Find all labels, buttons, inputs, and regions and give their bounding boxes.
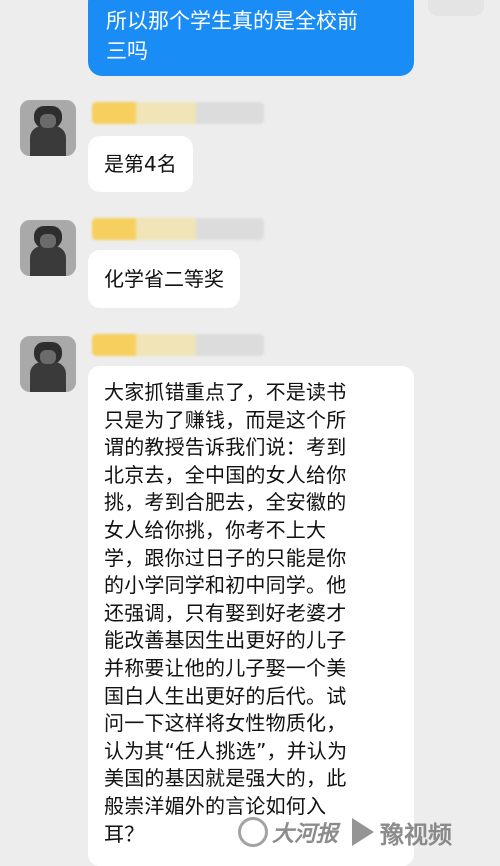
incoming-message-bubble[interactable]: 是第4名 bbox=[88, 136, 193, 192]
message-line: 美国的基因就是强大的，此 bbox=[104, 766, 347, 791]
sender-nickname-blurred bbox=[92, 334, 264, 356]
message-line: 问一下这样将女性物质化， bbox=[104, 711, 347, 736]
message-line: 三吗 bbox=[106, 39, 148, 63]
incoming-message-bubble[interactable]: 大家抓错重点了，不是读书 只是为了赚钱，而是这个所 谓的教授告诉我们说：考到 北… bbox=[88, 366, 414, 866]
message-line: 学，跟你过日子的只能是你 bbox=[104, 545, 347, 570]
sender-avatar[interactable] bbox=[20, 336, 76, 392]
message-line: 女人给你挑，你考不上大 bbox=[104, 517, 327, 542]
watermark-brand-left: 大河报 bbox=[272, 821, 339, 847]
watermark: 大河报 豫视频 bbox=[238, 806, 500, 858]
sender-avatar[interactable] bbox=[20, 220, 76, 276]
sender-nickname-blurred bbox=[92, 102, 264, 124]
watermark-brand-right: 豫视频 bbox=[380, 820, 453, 849]
my-avatar[interactable] bbox=[428, 0, 484, 16]
sender-avatar[interactable] bbox=[20, 100, 76, 156]
message-line: 能改善基因生出更好的儿子 bbox=[104, 628, 347, 653]
message-line: 还强调，只有娶到好老婆才 bbox=[104, 600, 347, 625]
message-line: 挑，考到合肥去，全安徽的 bbox=[104, 490, 347, 515]
message-text: 是第4名 bbox=[104, 152, 177, 176]
message-line: 的小学同学和初中同学。他 bbox=[104, 573, 347, 598]
message-line: 认为其“任人挑选”，并认为 bbox=[104, 738, 348, 763]
message-line: 所以那个学生真的是全校前 bbox=[106, 9, 358, 33]
message-line: 只是为了赚钱，而是这个所 bbox=[104, 407, 347, 432]
message-line: 大家抓错重点了，不是读书 bbox=[104, 380, 347, 404]
message-line: 谓的教授告诉我们说：考到 bbox=[104, 435, 347, 460]
dahebao-logo-icon bbox=[238, 817, 268, 847]
play-icon bbox=[352, 818, 375, 846]
message-text: 化学省二等奖 bbox=[104, 267, 224, 291]
incoming-message-bubble[interactable]: 化学省二等奖 bbox=[88, 250, 240, 308]
outgoing-message-bubble[interactable]: 所以那个学生真的是全校前 三吗 bbox=[88, 0, 414, 76]
message-line: 北京去，全中国的女人给你 bbox=[104, 462, 347, 487]
message-line: 并称要让他的儿子娶一个美 bbox=[104, 655, 347, 680]
sender-nickname-blurred bbox=[92, 218, 264, 240]
message-line: 国白人生出更好的后代。试 bbox=[104, 683, 347, 708]
chat-view: 所以那个学生真的是全校前 三吗 是第4名 化学省二等奖 大家抓错重点了，不是读书… bbox=[0, 0, 500, 866]
